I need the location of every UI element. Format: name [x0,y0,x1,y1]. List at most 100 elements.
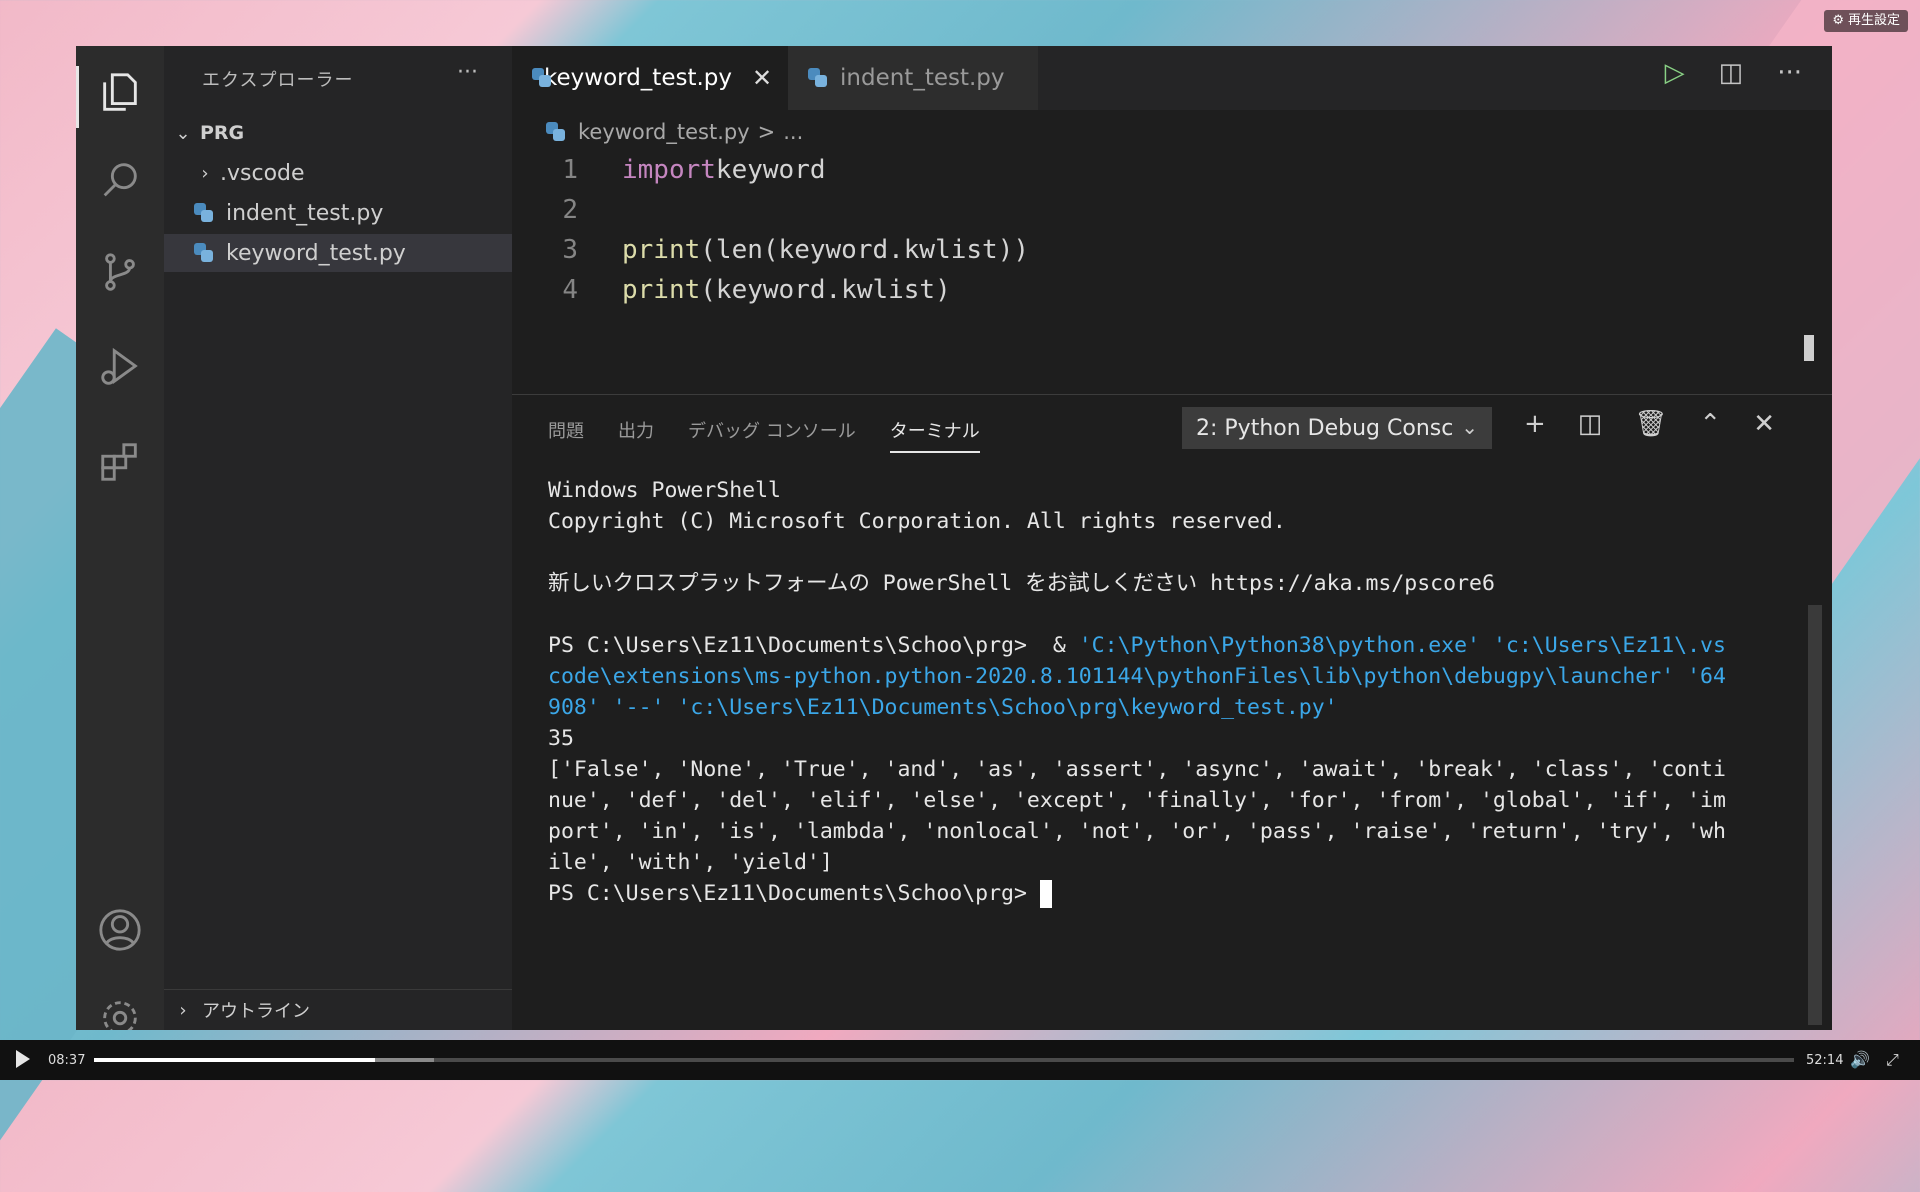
terminal-line: 35 [548,726,574,751]
active-indicator [76,66,79,128]
code-line: 4 print (keyword.kwlist) [512,270,1832,310]
breadcrumb-file[interactable]: keyword_test.py [578,120,750,144]
terminal-line: ['False', 'None', 'True', 'and', 'as', '… [548,757,1726,782]
terminal-select-value: 2: Python Debug Consc [1196,415,1454,441]
terminal-prompt: PS C:\Users\Ez11\Documents\Schoo\prg> [548,633,1040,658]
account-icon[interactable] [96,906,144,954]
terminal-prompt: PS C:\Users\Ez11\Documents\Schoo\prg> [548,881,1040,906]
line-number: 1 [562,155,578,185]
gear-icon: ⚙ [1832,13,1844,28]
keyword-token: import [622,155,716,185]
split-editor-icon[interactable]: ◫ [1719,58,1744,88]
tab-output[interactable]: 出力 [618,417,654,443]
play-icon[interactable] [16,1050,30,1068]
python-file-icon [546,122,566,142]
explorer-icon[interactable] [96,68,144,116]
tab-problems[interactable]: 問題 [548,417,584,443]
source-control-icon[interactable] [96,248,144,296]
run-icon[interactable]: ▷ [1665,58,1685,88]
progress-fill [94,1058,375,1062]
code-line: 1 import keyword [512,150,1832,190]
terminal-line: port', 'in', 'is', 'lambda', 'nonlocal',… [548,819,1726,844]
breadcrumb-separator: > [757,120,776,144]
current-time: 08:37 [48,1053,86,1068]
manage-gear-icon[interactable] [96,994,144,1030]
activity-bar [76,46,164,1030]
code-editor[interactable]: 1 import keyword 2 3 print (len(keyword.k… [512,150,1832,390]
terminal-line: Copyright (C) Microsoft Corporation. All… [548,509,1286,534]
terminal-line: PS C:\Users\Ez11\Documents\Schoo\prg> [548,878,1818,909]
terminal-line: 908' '--' 'c:\Users\Ez11\Documents\Schoo… [548,695,1338,720]
video-controls: 08:37 52:14 🔊 ⤢ [0,1040,1920,1080]
line-number: 3 [562,235,578,265]
function-token: print [622,235,701,265]
new-terminal-icon[interactable]: + [1524,409,1546,439]
trash-icon[interactable]: 🗑 [1634,409,1667,439]
tree-item-indent-test[interactable]: indent_test.py [164,194,512,232]
code-token: (len(keyword.kwlist)) [700,235,1030,265]
editor-actions: ▷ ◫ ··· [1665,58,1802,88]
tab-keyword-test[interactable]: keyword_test.py ✕ [512,46,788,110]
line-number: 4 [562,275,578,305]
search-icon[interactable] [96,156,144,204]
tree-item-label: .vscode [220,160,305,186]
terminal-line: nue', 'def', 'del', 'elif', 'else', 'exc… [548,788,1726,813]
folder-label: PRG [200,122,245,144]
vscode-window: エクスプローラー ··· ⌄ PRG › .vscode indent_test… [76,46,1832,1030]
extensions-icon[interactable] [96,438,144,486]
panel-actions: + ◫ 🗑 ⌃ ✕ [1524,409,1775,439]
run-debug-icon[interactable] [96,342,144,390]
terminal-command: 'C:\Python\Python38\python.exe' 'c:\User… [1078,633,1726,658]
more-actions-icon[interactable]: ··· [1777,58,1802,88]
terminal-line: code\extensions\ms-python.python-2020.8.… [548,664,1726,689]
close-panel-icon[interactable]: ✕ [1753,409,1775,439]
python-file-icon [194,243,214,263]
close-icon[interactable]: ✕ [752,64,772,92]
bottom-panel: 問題 出力 デバッグ コンソール ターミナル 2: Python Debug C… [512,394,1832,1030]
fullscreen-icon[interactable]: ⤢ [1886,1050,1899,1070]
terminal-line: ile', 'with', 'yield'] [548,850,833,875]
breadcrumb: keyword_test.py > ... [546,120,803,144]
replay-settings-label: 再生設定 [1847,13,1900,28]
sidebar-title: エクスプローラー [202,70,354,91]
folder-prg[interactable]: ⌄ PRG [164,114,512,152]
terminal-scrollbar[interactable] [1808,605,1822,1025]
tab-label: indent_test.py [840,65,1005,91]
maximize-panel-icon[interactable]: ⌃ [1699,409,1721,439]
terminal-cursor [1039,880,1052,908]
scrollbar-thumb[interactable] [1804,335,1814,361]
split-terminal-icon[interactable]: ◫ [1578,409,1603,439]
chevron-right-icon: › [201,162,209,184]
editor-tabs: keyword_test.py ✕ indent_test.py ▷ ◫ ··· [512,46,1832,110]
terminal-amp: & [1039,633,1079,658]
progress-bar[interactable] [94,1058,1794,1062]
tab-terminal[interactable]: ターミナル [889,417,980,453]
terminal-line: Windows PowerShell [548,478,781,503]
panel-tabs: 問題 出力 デバッグ コンソール ターミナル [548,395,980,465]
chevron-right-icon: › [179,999,187,1021]
more-actions-icon[interactable]: ··· [457,60,478,85]
tab-label: keyword_test.py [544,65,732,91]
code-line: 2 [512,190,1832,230]
line-number: 2 [562,195,578,225]
replay-settings-button[interactable]: ⚙ 再生設定 [1824,10,1908,32]
breadcrumb-rest[interactable]: ... [783,120,803,144]
python-file-icon [808,68,828,88]
terminal-line: PS C:\Users\Ez11\Documents\Schoo\prg> & … [548,630,1818,661]
terminal-select[interactable]: 2: Python Debug Consc ⌄ [1182,407,1492,449]
code-token: (keyword.kwlist) [700,275,951,305]
explorer-sidebar: エクスプローラー ··· ⌄ PRG › .vscode indent_test… [164,46,512,1030]
tree-item-label: indent_test.py [226,200,384,226]
total-time: 52:14 [1806,1053,1844,1068]
tab-debug-console[interactable]: デバッグ コンソール [688,417,856,443]
volume-icon[interactable]: 🔊 [1850,1050,1870,1069]
chevron-down-icon: ⌄ [1461,415,1478,439]
terminal-line: 新しいクロスプラットフォームの PowerShell をお試しください http… [548,571,1495,596]
tree-item-vscode[interactable]: › .vscode [164,154,512,192]
tree-item-keyword-test[interactable]: keyword_test.py [164,234,512,272]
outline-section[interactable]: › アウトライン [164,989,512,1030]
terminal-output[interactable]: Windows PowerShell Copyright (C) Microsof… [548,475,1818,909]
tab-indent-test[interactable]: indent_test.py [788,46,1038,110]
